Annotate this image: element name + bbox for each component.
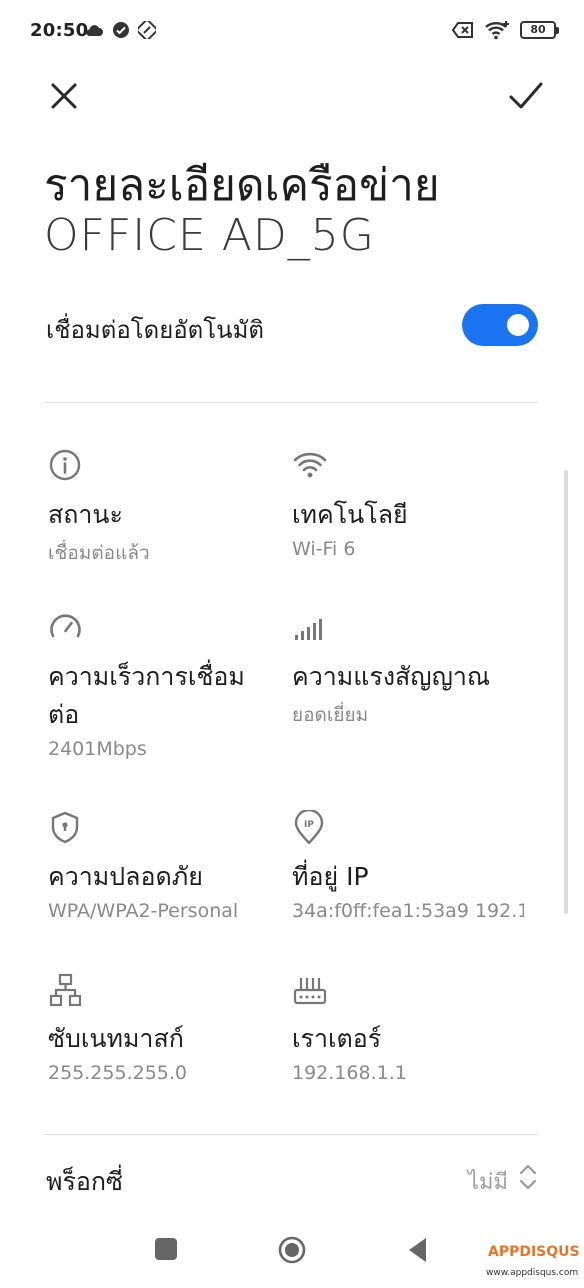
scrollbar[interactable] <box>564 470 568 914</box>
info-icon <box>49 449 81 481</box>
wifi-plus-icon <box>485 21 509 40</box>
technology-value: Wi-Fi 6 <box>292 538 356 560</box>
network-tree-icon <box>49 973 82 1007</box>
updown-arrows-icon[interactable] <box>518 1162 538 1192</box>
technology-label: เทคโนโลยี <box>292 500 408 529</box>
technology-cell: เทคโนโลยี Wi-Fi 6 <box>292 448 532 560</box>
svg-text:IP: IP <box>304 820 314 830</box>
back-icon[interactable] <box>406 1236 428 1264</box>
speedometer-icon <box>50 614 81 638</box>
auto-connect-label: เชื่อมต่อโดยอัตโนมัติ <box>46 316 264 344</box>
toggle-knob <box>507 314 529 336</box>
check-circle-icon <box>113 22 129 38</box>
link-speed-label: ความเร็วการเชื่อมต่อ <box>48 662 245 729</box>
recents-icon[interactable] <box>155 1238 177 1260</box>
auto-connect-toggle[interactable] <box>462 304 538 346</box>
status-time: 20:50 <box>30 20 89 41</box>
status-label: สถานะ <box>48 500 123 529</box>
security-cell: ความปลอดภัย WPA/WPA2-Personal <box>48 810 288 922</box>
no-sim-icon <box>452 22 473 38</box>
ip-address-cell: IP ที่อยู่ IP 34a:f0ff:fea1:53a9 192.16 <box>292 810 524 922</box>
router-icon <box>293 978 327 1005</box>
signal-strength-cell: ความแรงสัญญาณ ยอดเยี่ยม <box>292 610 532 730</box>
signal-strength-value: ยอดเยี่ยม <box>292 704 369 726</box>
home-icon[interactable] <box>278 1236 306 1264</box>
network-name: OFFICE AD_5G <box>44 210 375 261</box>
watermark-url: www.appdisqus.com <box>486 1268 579 1278</box>
ip-location-icon: IP <box>294 810 324 845</box>
status-bar: 20:50 80 <box>0 0 584 62</box>
cloud-icon <box>86 25 103 36</box>
status-value: เชื่อมต่อแล้ว <box>48 542 150 564</box>
battery-icon: 80 <box>520 21 559 39</box>
security-value: WPA/WPA2-Personal <box>48 900 239 922</box>
link-speed-cell: ความเร็วการเชื่อมต่อ 2401Mbps <box>48 610 288 760</box>
divider <box>44 402 538 403</box>
divider <box>44 1134 538 1135</box>
ip-address-label: ที่อยู่ IP <box>292 862 369 891</box>
proxy-value: ไม่มี <box>467 1170 508 1195</box>
wifi-icon <box>293 452 327 478</box>
link-speed-value: 2401Mbps <box>48 738 147 760</box>
proxy-label: พร็อกซี่ <box>46 1167 124 1196</box>
proxy-row[interactable]: พร็อกซี่ ไม่มี <box>46 1156 540 1202</box>
nfc-icon <box>138 21 156 39</box>
close-icon[interactable] <box>44 76 84 116</box>
status-cell: สถานะ เชื่อมต่อแล้ว <box>48 448 288 568</box>
watermark-logo: APPDISQUS <box>488 1244 580 1260</box>
ip-address-value: 34a:f0ff:fea1:53a9 192.16 <box>292 900 524 922</box>
shield-icon <box>51 811 79 844</box>
router-cell: เราเตอร์ 192.168.1.1 <box>292 972 532 1084</box>
subnet-mask-value: 255.255.255.0 <box>48 1062 188 1084</box>
signal-bars-icon <box>295 619 322 640</box>
auto-connect-row[interactable]: เชื่อมต่อโดยอัตโนมัติ <box>46 300 540 350</box>
subnet-mask-cell: ซับเนทมาสก์ 255.255.255.0 <box>48 972 288 1084</box>
router-value: 192.168.1.1 <box>292 1062 407 1084</box>
router-label: เราเตอร์ <box>292 1024 382 1053</box>
security-label: ความปลอดภัย <box>48 862 203 891</box>
check-icon[interactable] <box>504 74 548 118</box>
signal-strength-label: ความแรงสัญญาณ <box>292 662 491 691</box>
watermark: APPDISQUS www.appdisqus.com <box>450 1244 580 1284</box>
subnet-mask-label: ซับเนทมาสก์ <box>48 1024 184 1053</box>
